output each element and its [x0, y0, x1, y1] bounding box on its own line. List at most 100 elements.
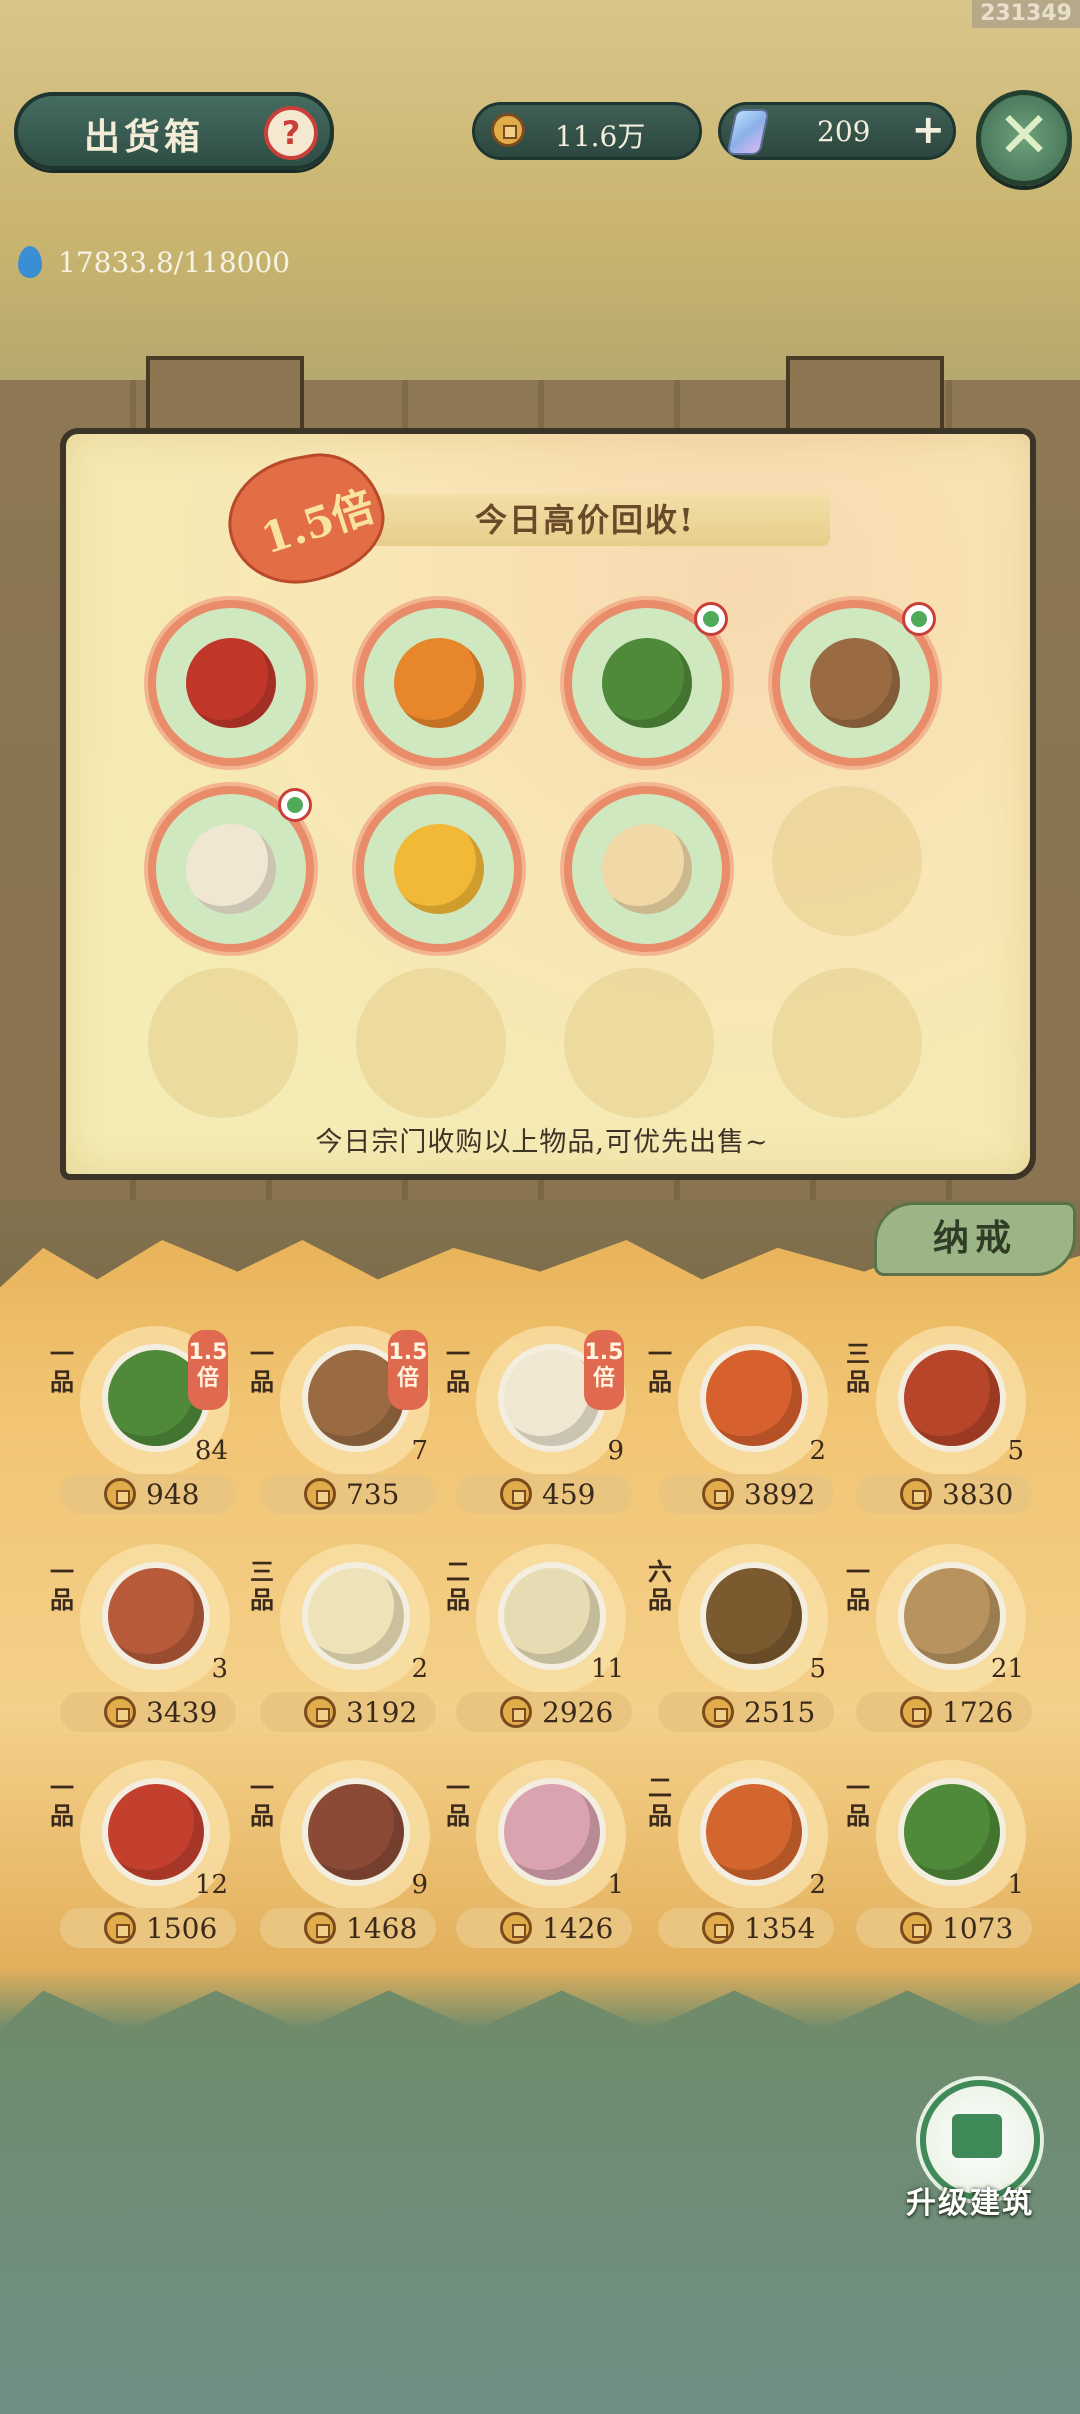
coin-icon [900, 1696, 932, 1728]
water-drop-icon [18, 246, 42, 278]
close-button[interactable]: ✕ [976, 90, 1072, 186]
coin-icon [702, 1912, 734, 1944]
coin-icon [304, 1912, 336, 1944]
item-price: 2515 [658, 1692, 834, 1732]
storage-tab[interactable]: 纳戒 [874, 1202, 1076, 1276]
recycle-icon [694, 602, 728, 636]
item-price: 1354 [658, 1908, 834, 1948]
wanted-item-noodle-plate[interactable] [564, 786, 730, 952]
item-price: 2926 [456, 1692, 632, 1732]
coin-icon [900, 1478, 932, 1510]
item-count: 9 [607, 1436, 624, 1466]
recycle-icon [902, 602, 936, 636]
item-grade: 三品 [250, 1557, 274, 1614]
item-price-value: 1354 [744, 1912, 816, 1945]
item-count: 21 [990, 1654, 1024, 1684]
oranges-icon [394, 638, 484, 728]
item-count: 5 [809, 1654, 826, 1684]
coin-icon [104, 1478, 136, 1510]
storage-item[interactable]: 一品 21 1726 [846, 1544, 1036, 1744]
item-grade: 二品 [446, 1557, 470, 1614]
item-price-value: 2515 [744, 1696, 816, 1729]
item-count: 9 [411, 1870, 428, 1900]
wanted-item-fried-egg[interactable] [356, 786, 522, 952]
wanted-item-clay-pot[interactable] [772, 600, 938, 766]
storage-item[interactable]: 一品 1.5倍 7 735 [250, 1326, 440, 1526]
item-grade: 一品 [846, 1557, 870, 1614]
storage-item[interactable]: 一品 9 1468 [250, 1760, 440, 1960]
clay-pot-icon [810, 638, 900, 728]
item-grade: 一品 [250, 1773, 274, 1830]
storage-item[interactable]: 一品 1 1426 [446, 1760, 636, 1960]
storage-item[interactable]: 六品 5 2515 [648, 1544, 838, 1744]
storage-item[interactable]: 三品 2 3192 [250, 1544, 440, 1744]
dish-icon [504, 1784, 600, 1880]
gem-value: 209 [817, 115, 871, 148]
title-pill: 出货箱 ? [14, 92, 334, 170]
item-price: 1426 [456, 1908, 632, 1948]
item-count: 11 [590, 1654, 624, 1684]
coin-icon [702, 1696, 734, 1728]
empty-slot [772, 968, 922, 1118]
dish-icon [108, 1568, 204, 1664]
empty-slot [772, 786, 922, 936]
dish-icon [706, 1784, 802, 1880]
item-grade: 一品 [648, 1339, 672, 1396]
item-price-value: 948 [146, 1478, 200, 1511]
item-grade: 一品 [250, 1339, 274, 1396]
dish-icon [706, 1568, 802, 1664]
wanted-item-oranges[interactable] [356, 600, 522, 766]
item-count: 2 [411, 1654, 428, 1684]
dish-icon [308, 1568, 404, 1664]
multiplier-badge: 1.5倍 [188, 1330, 228, 1410]
storage-item[interactable]: 一品 1.5倍 9 459 [446, 1326, 636, 1526]
item-price-value: 1506 [146, 1912, 218, 1945]
storage-item[interactable]: 一品 3 3439 [50, 1544, 240, 1744]
item-count: 12 [194, 1870, 228, 1900]
dish-icon [904, 1568, 1000, 1664]
item-price-value: 1426 [542, 1912, 614, 1945]
dish-icon [108, 1784, 204, 1880]
storage-item[interactable]: 一品 1.5倍 84 948 [50, 1326, 240, 1526]
chili-icon [186, 638, 276, 728]
item-count: 2 [809, 1436, 826, 1466]
bonus-label: 1.5倍 [255, 481, 381, 564]
page-title: 出货箱 [84, 116, 205, 158]
storage-item[interactable]: 一品 1 1073 [846, 1760, 1036, 1960]
storage-item[interactable]: 一品 2 3892 [648, 1326, 838, 1526]
item-count: 84 [194, 1436, 228, 1466]
multiplier-badge: 1.5倍 [584, 1330, 624, 1410]
wanted-item-rice-bowl[interactable] [148, 786, 314, 952]
storage-item[interactable]: 三品 5 3830 [846, 1326, 1036, 1526]
dish-icon [308, 1784, 404, 1880]
item-count: 2 [809, 1870, 826, 1900]
item-grade: 一品 [446, 1339, 470, 1396]
question-icon[interactable]: ? [264, 106, 318, 160]
coin-icon [491, 113, 525, 147]
coin-icon [304, 1478, 336, 1510]
notice-footer: 今日宗门收购以上物品,可优先出售~ [315, 1127, 769, 1158]
coin-icon [702, 1478, 734, 1510]
coin-value: 11.6万 [555, 120, 646, 153]
item-price: 1468 [260, 1908, 436, 1948]
item-price-value: 735 [346, 1478, 400, 1511]
wanted-item-watermelon[interactable] [564, 600, 730, 766]
water-value: 17833.8/118000 [58, 246, 291, 279]
empty-slot [148, 968, 298, 1118]
item-count: 1 [1007, 1870, 1024, 1900]
coin-icon [500, 1478, 532, 1510]
item-price-value: 2926 [542, 1696, 614, 1729]
noodle-plate-icon [602, 824, 692, 914]
storage-item[interactable]: 二品 11 2926 [446, 1544, 636, 1744]
wanted-item-chili[interactable] [148, 600, 314, 766]
item-price: 3439 [60, 1692, 236, 1732]
item-price-value: 3439 [146, 1696, 218, 1729]
item-price-value: 3192 [346, 1696, 418, 1729]
recycle-icon [278, 788, 312, 822]
storage-item[interactable]: 二品 2 1354 [648, 1760, 838, 1960]
item-grade: 一品 [446, 1773, 470, 1830]
storage-item[interactable]: 一品 12 1506 [50, 1760, 240, 1960]
add-gems-button[interactable]: + [911, 107, 945, 153]
dish-icon [504, 1568, 600, 1664]
item-grade: 三品 [846, 1339, 870, 1396]
